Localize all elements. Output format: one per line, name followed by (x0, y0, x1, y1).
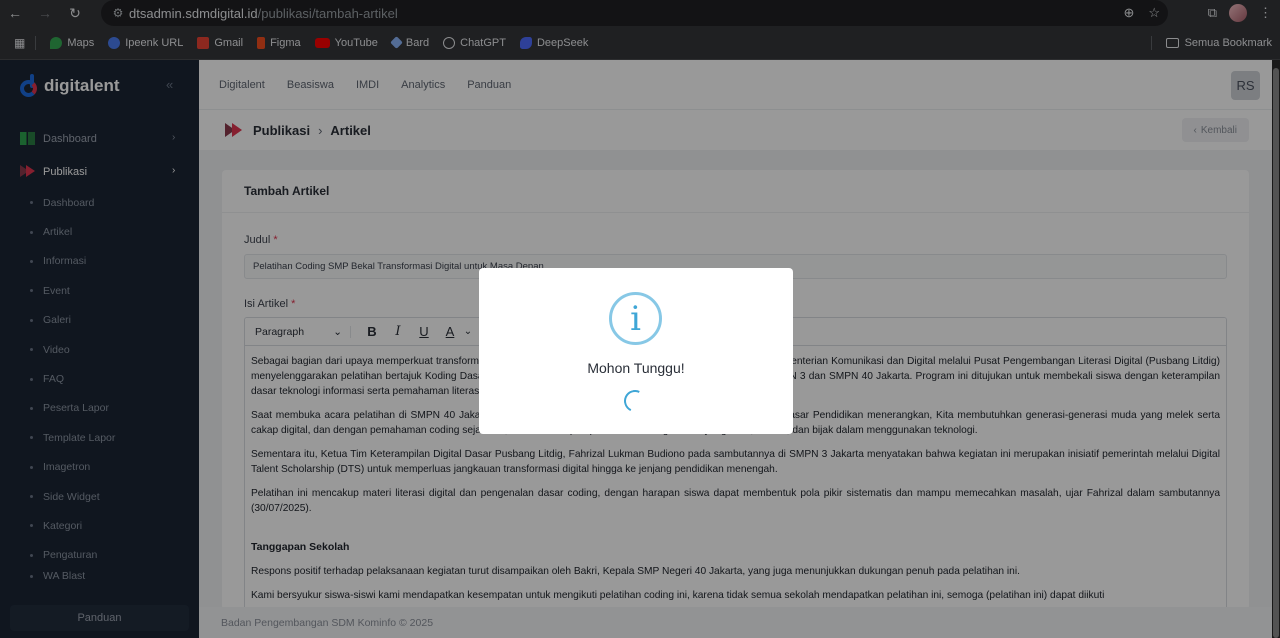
loading-dialog: i Mohon Tunggu! (479, 268, 793, 434)
dialog-title: Mohon Tunggu! (587, 360, 685, 376)
loading-spinner-icon (620, 386, 650, 416)
modal-backdrop: i Mohon Tunggu! (0, 0, 1280, 638)
info-icon: i (609, 292, 662, 345)
